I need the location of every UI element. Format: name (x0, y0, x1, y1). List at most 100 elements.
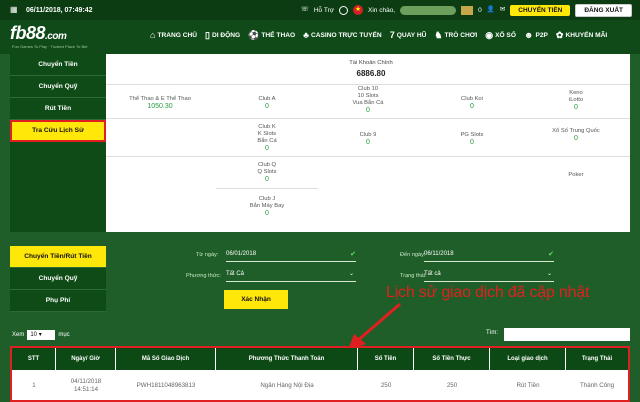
wallet-icon (461, 5, 474, 15)
check-icon: ✔ (350, 251, 356, 258)
lottery-icon: ◉ (485, 30, 494, 40)
sidebar-item-transfer[interactable]: Chuyển Tiền (10, 54, 106, 76)
nav-menu: ⌂ TRANG CHỦ ▯ DI ĐỘNG ⚽ THỂ THAO ♣ CASINO TR… (150, 30, 607, 40)
vietnam-flag-icon[interactable]: ★ (353, 5, 364, 15)
nav-live-casino[interactable]: ♣ CASINO TRỰC TUYẾN (303, 30, 382, 40)
page-size-control: Xem 10 ▾ mục (12, 330, 70, 340)
support-link[interactable]: Hỗ Trợ (314, 7, 334, 14)
greeting: Xin chào, (368, 6, 396, 14)
nav-promotions[interactable]: ✿ KHUYẾN MÃI (556, 30, 607, 40)
nav-slots[interactable]: 7 QUAY HŨ (390, 30, 427, 40)
nav-lottery[interactable]: ◉ XỔ SỐ (485, 30, 516, 40)
col-status[interactable]: Trạng Thái (566, 348, 628, 370)
calendar-icon: ▦ (10, 5, 18, 14)
cell-transaction-id: PWH1811048963813 (136, 382, 196, 389)
casino-icon: ♣ (303, 30, 309, 40)
from-date-input[interactable]: 06/01/2018 ✔ (226, 248, 356, 262)
balance-short: 0 (478, 6, 482, 14)
sidebar-top-filler (10, 142, 106, 232)
search-label: Tìm: (486, 330, 498, 336)
nav-sports[interactable]: ⚽ THỂ THAO (248, 30, 295, 40)
transaction-table: STT Ngày/ Giờ Mã Số Giao Dịch Phương Thứ… (10, 346, 630, 402)
mobile-icon: ▯ (205, 30, 210, 40)
gift-icon: ✿ (555, 30, 564, 40)
headset-icon[interactable]: ☏ (301, 5, 309, 15)
wallet-keno: Keno iLotto 0 (568, 90, 584, 111)
wallet-club-10: Club 10 10 Slots Vua Bắn Cá 0 (352, 86, 384, 114)
method-select[interactable]: Tất Cả ⌄ (226, 268, 356, 282)
nav-home[interactable]: ⌂ TRANG CHỦ (150, 30, 197, 40)
divider (106, 118, 630, 119)
cell-datetime: 04/11/2018 14:51:14 (70, 378, 102, 393)
wallet-club-k: Club K K Slots Bắn Cá 0 (257, 124, 277, 152)
chevron-down-icon: ⌄ (348, 271, 354, 277)
sidebar-top: Chuyển Tiền Chuyển Quỹ Rút Tiền Tra Cứu … (10, 54, 106, 142)
check-icon: ✔ (548, 251, 554, 258)
sidebar-item-fees[interactable]: Phụ Phí (10, 290, 106, 312)
to-date-input[interactable]: 06/11/2018 ✔ (424, 248, 554, 262)
p2p-icon: ☻ (523, 30, 534, 40)
datetime: 06/11/2018, 07:49:42 (26, 6, 93, 14)
status-toggle[interactable] (339, 5, 349, 15)
divider (106, 84, 630, 85)
cell-amount: 250 (380, 382, 392, 389)
to-date-label: Đến ngày: (400, 252, 426, 258)
top-bar: ▦ 06/11/2018, 07:49:42 ☏ Hỗ Trợ ★ Xin ch… (0, 0, 640, 20)
search-input[interactable] (504, 328, 630, 341)
cell-transaction-type: Rút Tiền (516, 382, 540, 389)
method-label: Phương thức: (186, 273, 221, 279)
table-header: STT Ngày/ Giờ Mã Số Giao Dịch Phương Thứ… (12, 348, 628, 370)
slot-machine-icon: 7 (389, 30, 395, 40)
sidebar-bottom: Chuyển Tiền/Rút Tiền Chuyển Quỹ Phụ Phí (10, 246, 106, 312)
logout-button[interactable]: ĐĂNG XUẤT (575, 3, 632, 17)
wallet-club-koi: Club Koi 0 (461, 96, 483, 110)
cell-actual-amount: 250 (446, 382, 458, 389)
col-transaction-id[interactable]: Mã Số Giao Dịch (116, 348, 216, 370)
sidebar-item-history[interactable]: Tra Cứu Lịch Sử (10, 120, 106, 142)
from-date-label: Từ ngày: (196, 252, 219, 258)
chevron-down-icon: ⌄ (546, 271, 552, 277)
mail-icon[interactable]: ✉ (500, 5, 505, 15)
page-size-select[interactable]: 10 ▾ (27, 330, 56, 340)
col-actual-amount[interactable]: Số Tiền Thực (414, 348, 490, 370)
home-icon: ⌂ (150, 30, 156, 40)
sidebar-item-fund-transfer[interactable]: Chuyển Quỹ (10, 76, 106, 98)
sidebar-item-deposit-withdraw[interactable]: Chuyển Tiền/Rút Tiền (10, 246, 106, 268)
confirm-button[interactable]: Xác Nhận (224, 290, 288, 309)
nav-games[interactable]: ♞ TRÒ CHƠI (434, 30, 477, 40)
wallet-club-q: Club Q Q Slots 0 (257, 162, 277, 183)
col-payment-method[interactable]: Phương Thức Thanh Toán (216, 348, 358, 370)
wallet-club-j: Club J Bắn Máy Bay 0 (249, 196, 285, 217)
divider (216, 188, 318, 189)
fb88-logo[interactable]: fb88.com (10, 23, 67, 44)
col-transaction-type[interactable]: Loại giao dịch (490, 348, 566, 370)
nav-mobile[interactable]: ▯ DI ĐỘNG (205, 30, 240, 40)
status-select[interactable]: Tất cả ⌄ (424, 268, 554, 282)
sidebar-item-withdraw[interactable]: Rút Tiền (10, 98, 106, 120)
wallet-sports: Thể Thao & E Thể Thao 1050.30 (129, 96, 191, 110)
gamepad-icon: ♞ (434, 30, 443, 40)
wallet-poker: Poker (568, 172, 584, 178)
transfer-button[interactable]: CHUYỂN TIỀN (510, 4, 571, 16)
wallet-pg-slots: PG Slots 0 (460, 132, 484, 146)
logo-tagline: Fun Games To Play · Trusted Place To Bet (12, 44, 88, 49)
status-label: Trạng thái: (400, 273, 427, 279)
col-amount[interactable]: Số Tiền (358, 348, 414, 370)
cell-stt: 1 (32, 382, 36, 389)
username-blurred (400, 5, 457, 15)
table-row: 1 04/11/2018 14:51:14 PWH1811048963813 N… (12, 370, 628, 402)
user-icon[interactable]: 👤 (487, 5, 495, 15)
main-account-value: 6886.80 (356, 69, 386, 78)
main-nav-bar: fb88.com Fun Games To Play · Trusted Pla… (0, 20, 640, 54)
soccer-ball-icon: ⚽ (248, 30, 260, 40)
annotation-arrow-down (348, 302, 401, 350)
cell-status: Thành Công (579, 382, 615, 389)
wallet-club-a: Club A0 (258, 96, 276, 110)
col-stt[interactable]: STT (12, 348, 56, 370)
annotation-text: Lịch sử giao dịch đã cập nhật (386, 284, 590, 301)
nav-p2p[interactable]: ☻ P2P (524, 30, 548, 40)
sidebar-item-fund-transfer-history[interactable]: Chuyển Quỹ (10, 268, 106, 290)
divider (106, 156, 630, 157)
col-datetime[interactable]: Ngày/ Giờ (56, 348, 116, 370)
wallet-china-lottery: Xổ Số Trung Quốc 0 (552, 128, 600, 142)
